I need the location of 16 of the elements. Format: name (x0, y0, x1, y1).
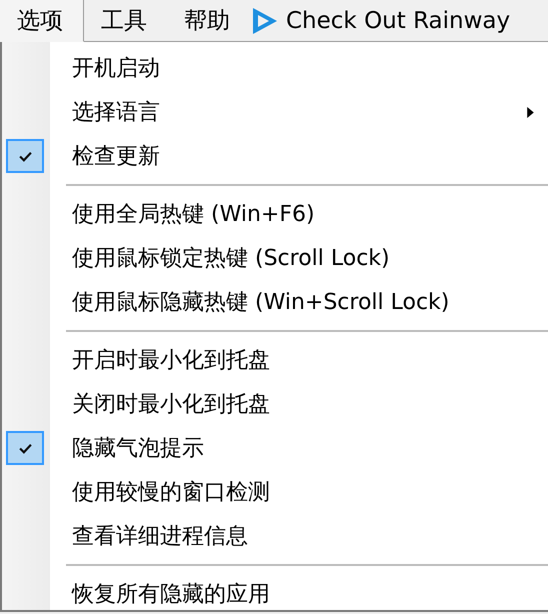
menu-item[interactable]: 开机启动 (2, 46, 548, 90)
menu-tab[interactable]: 工具 (84, 0, 167, 41)
menu-item[interactable]: 查看详细进程信息 (2, 514, 548, 558)
menu-item[interactable]: 使用较慢的窗口检测 (2, 470, 548, 514)
menu-item[interactable]: 检查更新 (2, 134, 548, 178)
menu-item[interactable]: 使用鼠标隐藏热键 (Win+Scroll Lock) (2, 280, 548, 324)
menu-tab[interactable]: 选项 (0, 0, 84, 42)
menu-item[interactable]: 使用全局热键 (Win+F6) (2, 192, 548, 236)
menu-item[interactable]: 开启时最小化到托盘 (2, 338, 548, 382)
menu-tab[interactable]: 帮助 (167, 0, 250, 41)
menu-item[interactable]: 隐藏气泡提示 (2, 426, 548, 470)
menu-item[interactable]: 关闭时最小化到托盘 (2, 382, 548, 426)
menu-item[interactable]: 使用鼠标锁定热键 (Scroll Lock) (2, 236, 548, 280)
menu-item[interactable]: 选择语言 (2, 90, 548, 134)
rainway-link[interactable]: Check Out Rainway (250, 0, 530, 41)
menu-item[interactable]: 恢复所有隐藏的应用 (2, 572, 548, 614)
